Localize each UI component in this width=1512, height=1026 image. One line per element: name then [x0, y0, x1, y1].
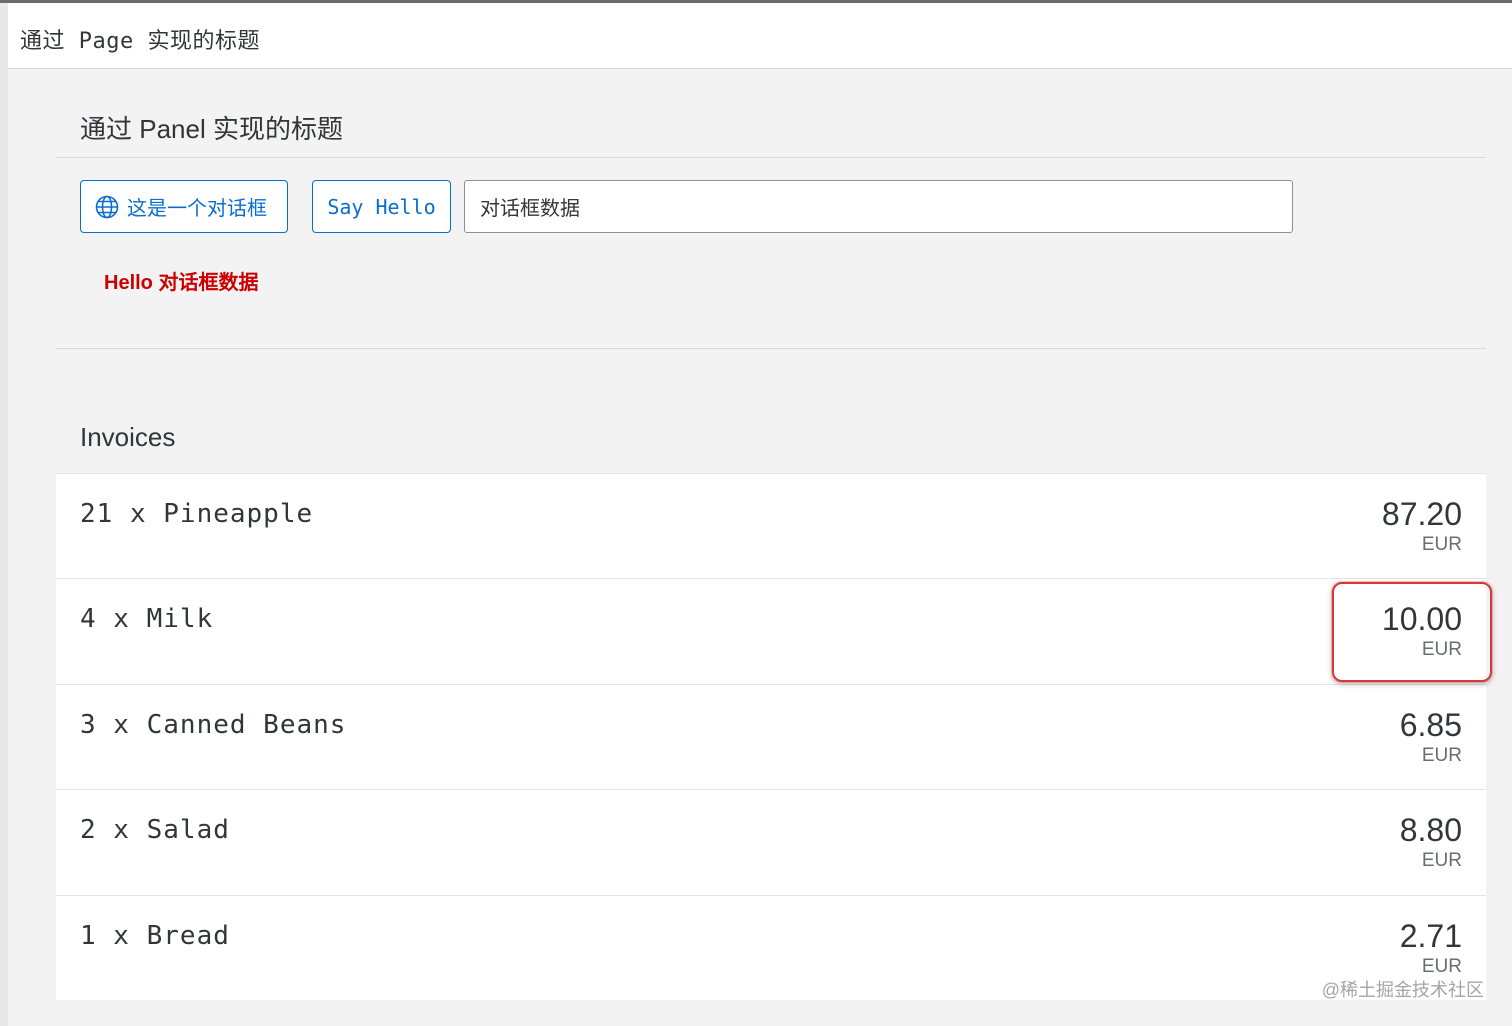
invoice-item[interactable]: 2 x Salad 8.80 EUR [56, 789, 1486, 895]
invoice-item-currency: EUR [1421, 534, 1462, 555]
invoice-item-title: 4 x Milk [80, 604, 214, 635]
invoices-title: Invoices [80, 422, 176, 452]
invoice-item-amount: 2.71 [1399, 917, 1462, 954]
open-dialog-button[interactable]: 这是一个对话框 [80, 180, 288, 233]
invoice-item[interactable]: 3 x Canned Beans 6.85 EUR [56, 683, 1486, 790]
left-edge [0, 3, 8, 1026]
page-title: 通过 Page 实现的标题 [20, 29, 260, 54]
invoice-item-currency: EUR [1421, 744, 1462, 766]
globe-icon [95, 195, 119, 219]
invoice-item-currency: EUR [1421, 955, 1462, 977]
invoice-item-price: 2.71 EUR [1400, 918, 1462, 978]
invoice-item-price: 10.00 EUR [1382, 601, 1462, 661]
panel-divider [56, 157, 1486, 158]
invoice-item-currency: EUR [1421, 639, 1462, 661]
invoice-item-amount: 6.85 [1399, 706, 1462, 743]
panel-title: 通过 Panel 实现的标题 [80, 114, 343, 144]
say-hello-button[interactable]: Say Hello [312, 180, 451, 233]
open-dialog-button-label: 这是一个对话框 [127, 198, 267, 220]
say-hello-button-label: Say Hello [327, 194, 436, 219]
invoice-item-currency: EUR [1421, 850, 1462, 872]
invoice-item-title: 21 x Pineapple [80, 499, 314, 529]
invoice-item-title: 2 x Salad [80, 815, 230, 846]
invoice-list: 21 x Pineapple 87.20 EUR 4 x Milk 10.00 … [56, 473, 1486, 1000]
invoice-item[interactable]: 21 x Pineapple 87.20 EUR [56, 473, 1486, 579]
panel-bottom-divider [56, 348, 1486, 349]
invoice-item-price: 8.80 EUR [1400, 812, 1462, 872]
invoice-item-amount: 87.20 [1381, 496, 1462, 532]
invoice-item[interactable]: 4 x Milk 10.00 EUR [56, 578, 1486, 684]
dialog-data-input[interactable] [464, 180, 1293, 233]
watermark: @稀土掘金技术社区 [1321, 980, 1484, 1000]
invoice-item[interactable]: 1 x Bread 2.71 EUR [56, 894, 1486, 1000]
invoice-item-title: 3 x Canned Beans [80, 709, 347, 740]
invoice-item-price: 87.20 EUR [1382, 496, 1462, 556]
hello-message: Hello 对话框数据 [104, 272, 259, 294]
invoice-item-price: 6.85 EUR [1400, 707, 1462, 767]
invoice-item-title: 1 x Bread [80, 920, 230, 951]
page-header: 通过 Page 实现的标题 [8, 3, 1512, 69]
invoice-item-amount: 10.00 [1381, 601, 1462, 638]
invoice-item-amount: 8.80 [1399, 812, 1462, 849]
